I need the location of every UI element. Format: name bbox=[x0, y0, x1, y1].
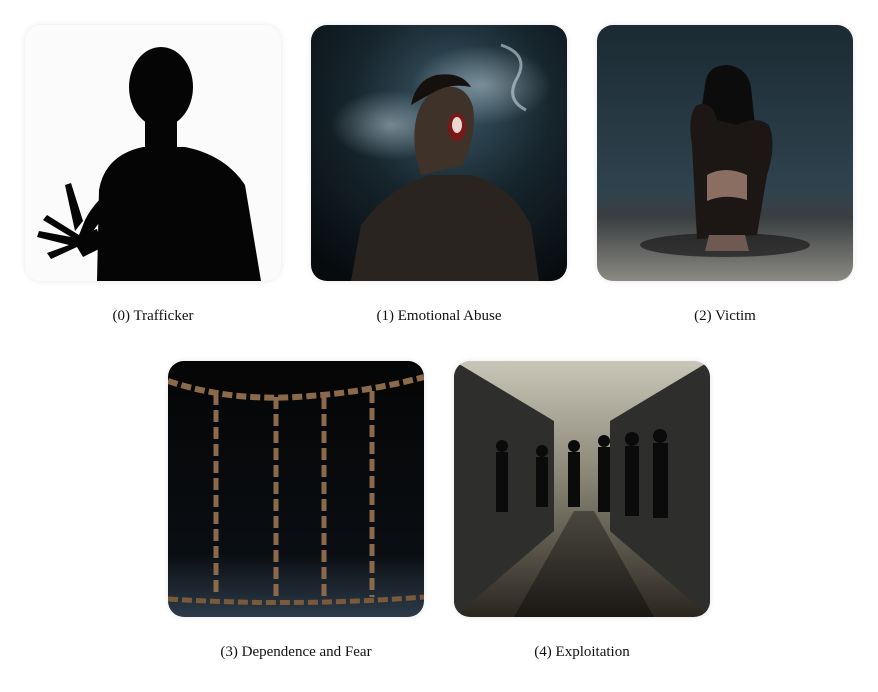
panel-dependence-and-fear-image bbox=[168, 361, 424, 617]
caption-trafficker: (0) Trafficker bbox=[112, 308, 194, 324]
panel-victim-image bbox=[597, 25, 853, 281]
caption-exploitation: (4) Exploitation bbox=[534, 644, 630, 660]
hanging-chains-illustration bbox=[168, 361, 424, 617]
panel-exploitation-image bbox=[454, 361, 710, 617]
crouching-victim-illustration bbox=[597, 25, 853, 281]
panel-emotional-abuse-image bbox=[311, 25, 567, 281]
panel-trafficker-image bbox=[25, 25, 281, 281]
screaming-man-illustration bbox=[311, 25, 567, 281]
walking-figures-alley-illustration bbox=[454, 361, 710, 617]
caption-dependence-and-fear: (3) Dependence and Fear bbox=[220, 644, 372, 660]
caption-victim: (2) Victim bbox=[694, 308, 756, 324]
caption-emotional-abuse: (1) Emotional Abuse bbox=[376, 308, 502, 324]
trafficker-silhouette-illustration bbox=[25, 25, 281, 281]
